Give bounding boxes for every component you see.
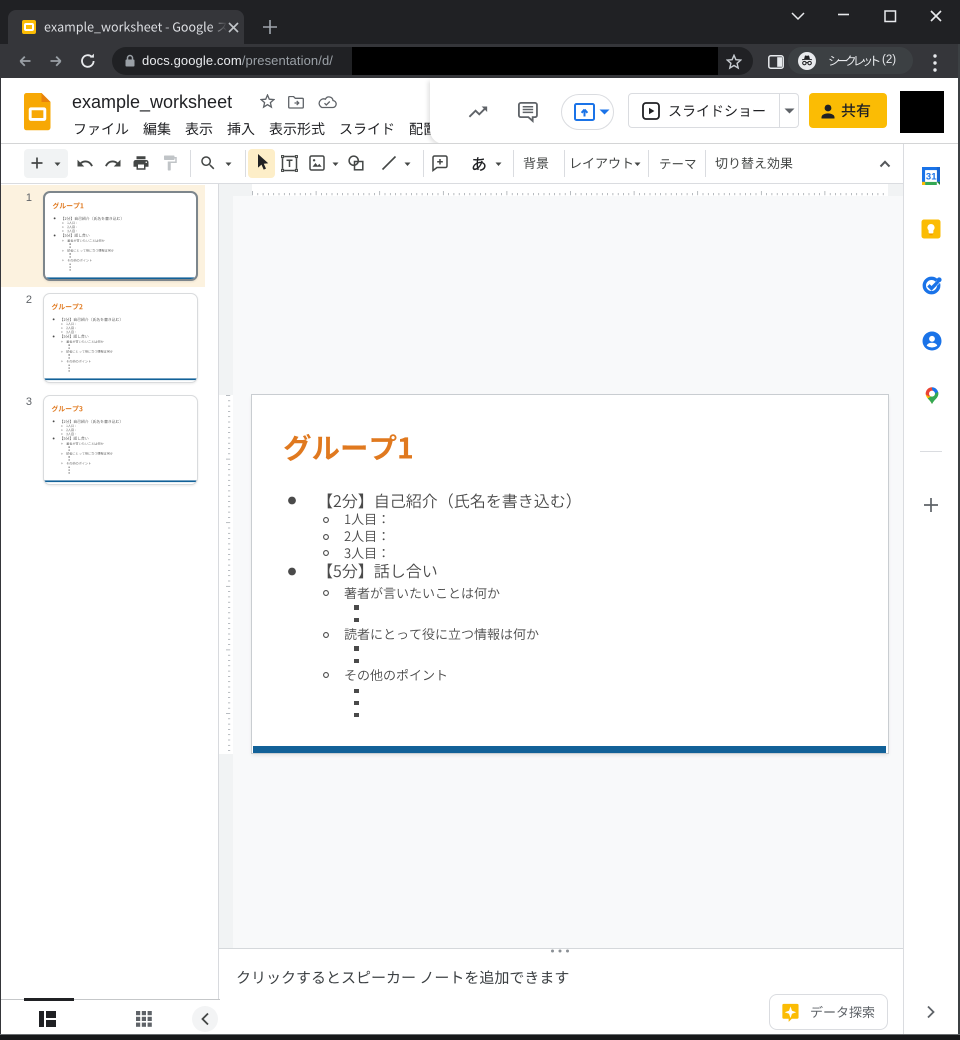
svg-text:31: 31 [926, 172, 937, 183]
